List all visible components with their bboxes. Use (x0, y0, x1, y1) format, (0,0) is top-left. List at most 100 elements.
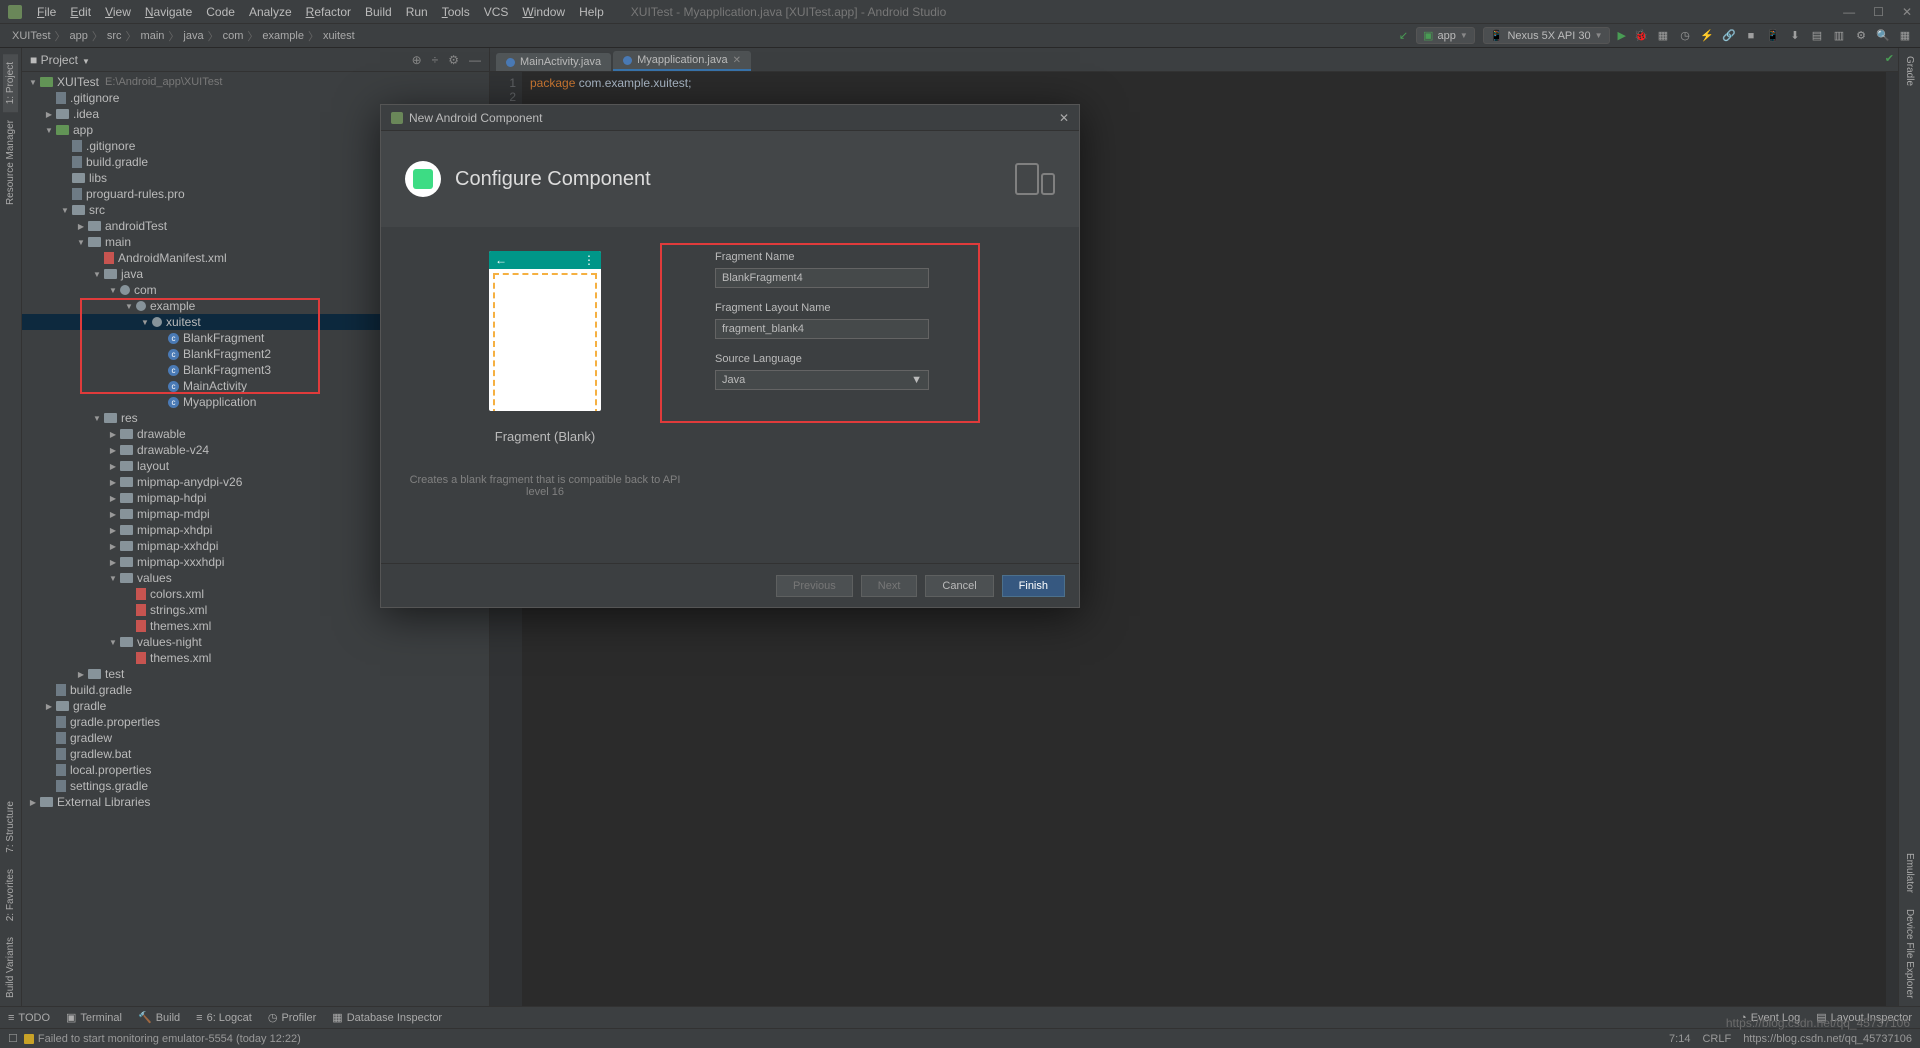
run-icon[interactable]: ▶ (1618, 29, 1626, 42)
file-icon (72, 188, 82, 200)
folder-icon (120, 557, 133, 567)
xml-icon (136, 652, 146, 664)
attach-icon[interactable]: 🔗 (1722, 29, 1736, 42)
crumb[interactable]: main (137, 30, 169, 42)
crumb[interactable]: XUITest (8, 30, 55, 42)
debug-icon[interactable]: 🐞 (1634, 29, 1648, 42)
menu-analyze[interactable]: Analyze (242, 5, 299, 19)
sync-icon[interactable]: ↙ (1399, 29, 1408, 42)
sidetab-emulator[interactable]: Emulator (1902, 845, 1917, 901)
close-window-icon[interactable]: ✕ (1902, 5, 1912, 19)
sidetab-device-explorer[interactable]: Device File Explorer (1902, 901, 1917, 1006)
editor-tabs: MainActivity.java Myapplication.java✕ (490, 48, 1898, 72)
overflow-icon: ⋮ (583, 253, 595, 267)
sidetab-structure[interactable]: 7: Structure (3, 793, 18, 861)
crumb[interactable]: xuitest (319, 30, 359, 42)
menu-code[interactable]: Code (199, 5, 242, 19)
apply-changes-icon[interactable]: ⚡ (1700, 29, 1714, 42)
tab-db-inspector[interactable]: ▦ Database Inspector (332, 1011, 442, 1024)
cancel-button[interactable]: Cancel (925, 575, 993, 597)
avd-icon[interactable]: 📱 (1766, 29, 1780, 42)
project-view-selector[interactable]: ■ Project▼ (30, 53, 90, 67)
line-separator[interactable]: CRLF (1702, 1033, 1731, 1045)
toolwindow-icon[interactable]: ▦ (1898, 29, 1912, 42)
file-icon (72, 140, 82, 152)
settings-icon[interactable]: ⚙ (1854, 29, 1868, 42)
class-icon: c (168, 333, 179, 344)
language-select[interactable]: Java▼ (715, 370, 929, 390)
window-title: XUITest - Myapplication.java [XUITest.ap… (631, 5, 947, 19)
tab-build[interactable]: 🔨 Build (138, 1011, 180, 1024)
xml-icon (136, 604, 146, 616)
previous-button[interactable]: Previous (776, 575, 853, 597)
file-icon (56, 748, 66, 760)
fragment-name-input[interactable] (715, 268, 929, 288)
profiler-icon[interactable]: ◷ (1678, 29, 1692, 42)
sdk-icon[interactable]: ⬇ (1788, 29, 1802, 42)
editor-tab[interactable]: MainActivity.java (496, 53, 611, 71)
maximize-icon[interactable]: ☐ (1873, 5, 1884, 19)
editor-tab[interactable]: Myapplication.java✕ (613, 51, 751, 71)
menu-run[interactable]: Run (399, 5, 435, 19)
tab-logcat[interactable]: ≡ 6: Logcat (196, 1012, 252, 1024)
collapse-icon[interactable]: ÷ (432, 53, 439, 67)
crumb[interactable]: src (103, 30, 126, 42)
error-stripe[interactable] (1886, 72, 1898, 1006)
tab-profiler[interactable]: ◷ Profiler (268, 1011, 316, 1024)
sidetab-favorites[interactable]: 2: Favorites (3, 861, 18, 929)
crumb[interactable]: java (179, 30, 207, 42)
next-button[interactable]: Next (861, 575, 918, 597)
menu-window[interactable]: Window (515, 5, 572, 19)
menu-navigate[interactable]: Navigate (138, 5, 199, 19)
status-url: https://blog.csdn.net/qq_45737106 (1743, 1033, 1912, 1045)
sidetab-project[interactable]: 1: Project (3, 54, 18, 112)
tab-terminal[interactable]: ▣ Terminal (66, 1011, 122, 1024)
dialog-close-icon[interactable]: ✕ (1059, 111, 1069, 125)
hide-icon[interactable]: — (469, 53, 481, 67)
crumb[interactable]: example (258, 30, 308, 42)
resource-icon[interactable]: ▥ (1832, 29, 1846, 42)
folder-icon (120, 445, 133, 455)
menu-build[interactable]: Build (358, 5, 399, 19)
minimize-icon[interactable]: — (1843, 5, 1855, 19)
caret-position[interactable]: 7:14 (1669, 1033, 1690, 1045)
inspection-ok-icon[interactable]: ✔ (1885, 52, 1894, 65)
sidetab-gradle[interactable]: Gradle (1902, 48, 1917, 94)
class-icon: c (168, 381, 179, 392)
close-tab-icon[interactable]: ✕ (733, 55, 741, 66)
sidetab-build-variants[interactable]: Build Variants (3, 929, 18, 1006)
sidetab-resource-manager[interactable]: Resource Manager (3, 112, 18, 213)
stop-icon[interactable]: ■ (1744, 30, 1758, 42)
coverage-icon[interactable]: ▦ (1656, 29, 1670, 42)
toolwindows-icon[interactable]: ☐ (8, 1032, 18, 1045)
dialog-title: New Android Component (409, 111, 542, 125)
menu-help[interactable]: Help (572, 5, 611, 19)
folder-icon (56, 109, 69, 119)
menu-view[interactable]: View (98, 5, 138, 19)
layout-name-input[interactable] (715, 319, 929, 339)
finish-button[interactable]: Finish (1002, 575, 1065, 597)
run-config-combo[interactable]: ▣app▼ (1416, 27, 1475, 44)
menu-refactor[interactable]: Refactor (299, 5, 358, 19)
menu-edit[interactable]: Edit (63, 5, 98, 19)
menu-vcs[interactable]: VCS (477, 5, 516, 19)
device-combo[interactable]: 📱Nexus 5X API 30▼ (1483, 27, 1610, 44)
dialog-heading: Configure Component (455, 168, 651, 191)
folder-icon (120, 541, 133, 551)
crumb[interactable]: com (219, 30, 248, 42)
menu-file[interactable]: FFileile (30, 5, 63, 19)
tab-event-log[interactable]: ◔ Event Log (1740, 1011, 1800, 1024)
menu-tools[interactable]: Tools (435, 5, 477, 19)
xml-icon (104, 252, 114, 264)
target-icon[interactable]: ⊕ (412, 53, 422, 67)
tab-layout-inspector[interactable]: ▤ Layout Inspector (1816, 1011, 1912, 1024)
layout-editor-icon[interactable]: ▤ (1810, 29, 1824, 42)
crumb[interactable]: app (66, 30, 92, 42)
folder-icon (40, 797, 53, 807)
class-icon: c (168, 349, 179, 360)
gear-icon[interactable]: ⚙ (448, 53, 459, 67)
module-icon (56, 125, 69, 135)
tab-todo[interactable]: ≡ TODO (8, 1012, 50, 1024)
folder-icon (120, 429, 133, 439)
search-icon[interactable]: 🔍 (1876, 29, 1890, 42)
